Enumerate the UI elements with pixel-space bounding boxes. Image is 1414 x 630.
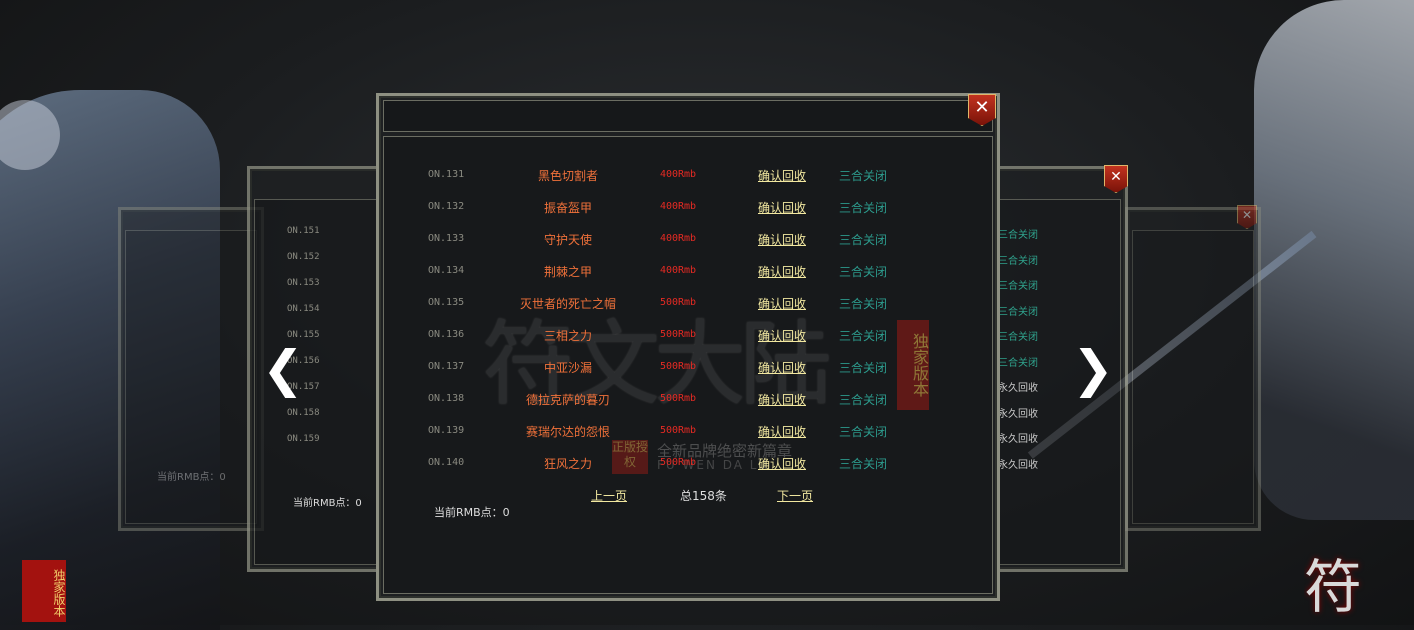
item-name: 黑色切割者: [537, 169, 598, 183]
left-panel-item-number: ON.155: [287, 330, 320, 340]
item-price: 400Rmb: [659, 201, 697, 212]
item-number: ON.136: [428, 329, 465, 340]
item-row: ON.138 德拉克萨的暮刃 500Rmb 确认回收 三合关闭: [428, 391, 898, 409]
confirm-recycle-link[interactable]: 确认回收: [756, 327, 808, 344]
item-price: 500Rmb: [659, 393, 697, 404]
left-panel-item-number: ON.151: [287, 226, 320, 236]
item-price: 400Rmb: [659, 169, 697, 180]
close-icon: ✕: [974, 97, 990, 118]
left-rmb-label: 当前RMB点：0: [293, 498, 362, 509]
right-panel-status: 永久回收: [998, 383, 1038, 394]
item-number: ON.140: [428, 457, 465, 468]
confirm-recycle-link[interactable]: 确认回收: [756, 455, 808, 472]
prev-page-link[interactable]: 上一页: [591, 487, 627, 504]
item-number: ON.135: [428, 297, 465, 308]
status-label: 三合关闭: [838, 457, 887, 471]
corner-brand-logo: 符文: [1304, 553, 1363, 621]
right-panel-status: 三合关闭: [998, 230, 1038, 241]
left-panel-item-number: ON.153: [287, 278, 320, 288]
item-name: 三相之力: [543, 329, 592, 343]
status-label: 三合关闭: [838, 425, 887, 439]
close-icon: ✕: [1110, 169, 1122, 185]
item-row: ON.133 守护天使 400Rmb 确认回收 三合关闭: [428, 231, 898, 249]
item-row: ON.140 狂风之力 500Rmb 确认回收 三合关闭: [428, 455, 898, 473]
total-count: 总158条: [680, 489, 727, 503]
confirm-recycle-link[interactable]: 确认回收: [756, 295, 808, 312]
item-number: ON.133: [428, 233, 465, 244]
item-row: ON.136 三相之力 500Rmb 确认回收 三合关闭: [428, 327, 898, 345]
status-label: 三合关闭: [838, 201, 887, 215]
confirm-recycle-link[interactable]: 确认回收: [756, 199, 808, 216]
chevron-left-icon: ❮: [262, 340, 304, 398]
corner-badge: 独家版本: [22, 560, 66, 622]
next-page-link[interactable]: 下一页: [777, 487, 813, 504]
item-number: ON.132: [428, 201, 465, 212]
status-label: 三合关闭: [838, 329, 887, 343]
item-name: 振奋盔甲: [543, 201, 592, 215]
right-panel-status: 三合关闭: [998, 281, 1038, 292]
far-left-rmb-label: 当前RMB点：0: [157, 472, 226, 483]
close-icon: ✕: [1241, 208, 1253, 222]
confirm-recycle-link[interactable]: 确认回收: [756, 231, 808, 248]
item-price: 500Rmb: [659, 297, 697, 308]
item-price: 400Rmb: [659, 233, 697, 244]
status-label: 三合关闭: [838, 169, 887, 183]
item-number: ON.137: [428, 361, 465, 372]
item-row: ON.131 黑色切割者 400Rmb 确认回收 三合关闭: [428, 167, 898, 185]
right-panel-status: 三合关闭: [998, 357, 1038, 369]
carousel-next-button[interactable]: ❯: [1072, 340, 1114, 398]
item-name: 赛瑞尔达的怨恨: [525, 425, 610, 439]
right-panel-status: 永久回收: [998, 434, 1038, 445]
item-price: 500Rmb: [659, 457, 697, 468]
item-number: ON.134: [428, 265, 465, 276]
item-number: ON.139: [428, 425, 465, 436]
confirm-recycle-link[interactable]: 确认回收: [756, 423, 808, 440]
item-price: 400Rmb: [659, 265, 697, 276]
item-price: 500Rmb: [659, 329, 697, 340]
item-number: ON.131: [428, 169, 465, 180]
item-row: ON.139 赛瑞尔达的怨恨 500Rmb 确认回收 三合关闭: [428, 423, 898, 441]
rmb-balance: 当前RMB点：0: [434, 506, 510, 519]
confirm-recycle-link[interactable]: 确认回收: [756, 263, 808, 280]
left-panel-item-number: ON.152: [287, 252, 320, 262]
left-panel-item-number: ON.154: [287, 304, 320, 314]
item-row: ON.135 灭世者的死亡之帽 500Rmb 确认回收 三合关闭: [428, 295, 898, 313]
item-name: 荆棘之甲: [543, 265, 592, 279]
item-name: 德拉克萨的暮刃: [525, 393, 610, 407]
right-panel-status: 永久回收: [998, 459, 1038, 471]
far-right-panel: [1125, 207, 1261, 531]
item-name: 狂风之力: [543, 457, 592, 471]
status-label: 三合关闭: [838, 233, 887, 247]
status-label: 三合关闭: [838, 265, 887, 279]
confirm-recycle-link[interactable]: 确认回收: [756, 359, 808, 376]
item-name: 灭世者的死亡之帽: [519, 297, 616, 311]
left-panel-item-number: ON.158: [287, 408, 320, 418]
item-price: 500Rmb: [659, 361, 697, 372]
confirm-recycle-link[interactable]: 确认回收: [756, 167, 808, 184]
item-row: ON.137 中亚沙漏 500Rmb 确认回收 三合关闭: [428, 359, 898, 377]
dialog-title-bar: [383, 100, 993, 132]
right-panel-status: 三合关闭: [998, 332, 1038, 343]
item-row: ON.134 荆棘之甲 400Rmb 确认回收 三合关闭: [428, 263, 898, 281]
chevron-right-icon: ❯: [1072, 340, 1114, 398]
carousel-prev-button[interactable]: ❮: [262, 340, 304, 398]
confirm-recycle-link[interactable]: 确认回收: [756, 391, 808, 408]
status-label: 三合关闭: [838, 297, 887, 311]
item-name: 守护天使: [543, 233, 592, 247]
status-label: 三合关闭: [838, 393, 887, 407]
right-panel-status: 永久回收: [998, 408, 1038, 420]
right-panel-status: 三合关闭: [998, 306, 1038, 318]
item-price: 500Rmb: [659, 425, 697, 436]
item-name: 中亚沙漏: [543, 361, 592, 375]
item-row: ON.132 振奋盔甲 400Rmb 确认回收 三合关闭: [428, 199, 898, 217]
item-number: ON.138: [428, 393, 465, 404]
status-label: 三合关闭: [838, 361, 887, 375]
left-panel-item-number: ON.159: [287, 434, 320, 444]
right-panel-status: 三合关闭: [998, 255, 1038, 267]
far-left-panel: 当前RMB点：0: [118, 207, 264, 531]
